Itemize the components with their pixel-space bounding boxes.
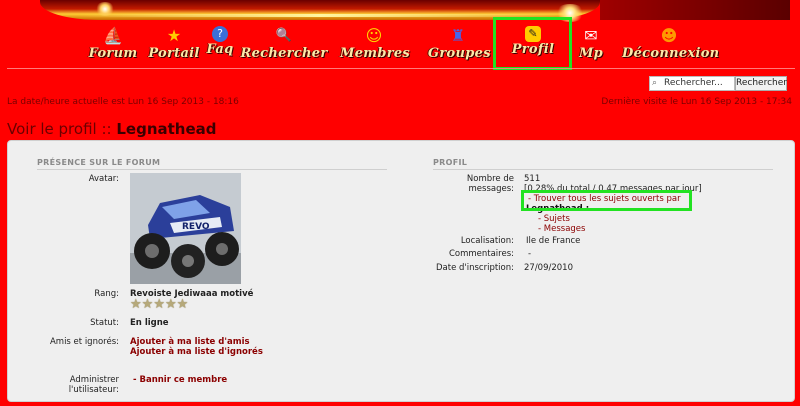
find-topics-highlight-box	[521, 190, 692, 211]
nav-label: Forum	[88, 46, 138, 61]
location-value: Ile de France	[526, 236, 581, 246]
current-datetime: La date/heure actuelle est Lun 16 Sep 20…	[7, 97, 239, 107]
search-button[interactable]: Rechercher	[735, 76, 787, 91]
friends-label: Amis et ignorés:	[49, 337, 119, 347]
search-input[interactable]: ⌕ Rechercher...	[649, 76, 735, 91]
nav-forum[interactable]: ⛵ Forum	[88, 26, 138, 66]
members-icon: ☺	[365, 26, 383, 45]
nav-label: Portail	[148, 46, 200, 61]
mail-icon: ✉	[584, 26, 598, 45]
page-title-prefix: Voir le profil ::	[7, 120, 117, 138]
nav-rechercher[interactable]: 🔍 Rechercher	[240, 26, 328, 66]
nav-label: Rechercher	[240, 46, 328, 61]
admin-label: Administrer	[69, 375, 119, 385]
search-icon: ⌕	[652, 78, 658, 88]
star-icon: ★	[141, 297, 154, 312]
monster-truck-image: REVO	[130, 173, 241, 284]
groups-icon: ♜	[450, 26, 466, 45]
status-value: En ligne	[130, 318, 169, 328]
nav-portail[interactable]: ★ Portail	[146, 26, 202, 66]
add-friend-link[interactable]: Ajouter à ma liste d'amis	[130, 337, 250, 347]
profil-highlight-box	[493, 17, 572, 70]
add-ignore-link[interactable]: Ajouter à ma liste d'ignorés	[130, 347, 263, 357]
avatar: REVO	[130, 173, 241, 284]
nav-deconnexion[interactable]: ☻ Déconnexion	[622, 26, 720, 66]
rank-stars: ★★★★★	[130, 298, 188, 312]
profile-panel: PRÉSENCE SUR LE FORUM Avatar: REVO Rang:…	[7, 140, 795, 402]
nav-label: Déconnexion	[622, 46, 720, 61]
comments-value: -	[528, 249, 532, 259]
nav-groupes[interactable]: ♜ Groupes	[428, 26, 491, 66]
location-label: Localisation:	[460, 236, 514, 246]
messages-label: messages:	[468, 184, 515, 194]
nav-label: Groupes	[428, 46, 491, 61]
signup-label: Date d'inscription:	[436, 263, 514, 273]
search-icon: 🔍	[275, 28, 293, 43]
presence-heading: PRÉSENCE SUR LE FORUM	[37, 158, 387, 170]
search-placeholder: Rechercher...	[664, 78, 723, 88]
rank-label: Rang:	[94, 289, 119, 299]
nav-faq[interactable]: ? Faq	[205, 26, 235, 66]
nav-mp[interactable]: ✉ Mp	[576, 26, 606, 66]
star-icon: ★	[176, 297, 189, 312]
star-icon: ★	[164, 297, 177, 312]
star-icon: ★	[130, 297, 142, 312]
page-title: Voir le profil :: Legnathead	[7, 120, 217, 138]
topics-link[interactable]: - Sujets	[538, 214, 570, 224]
star-icon: ★	[153, 297, 165, 312]
nav-label: Membres	[340, 46, 411, 61]
messages-label: Nombre de	[466, 174, 514, 184]
signup-value: 27/09/2010	[524, 263, 573, 273]
main-nav: ⛵ Forum ★ Portail ? Faq 🔍 Rechercher ☺ M…	[0, 26, 800, 66]
nav-label: Faq	[206, 42, 234, 57]
faq-icon: ?	[212, 26, 228, 42]
header-banner-right	[600, 0, 790, 20]
nav-divider	[7, 68, 795, 69]
logout-icon: ☻	[660, 26, 678, 45]
ban-member-link[interactable]: - Bannir ce membre	[133, 375, 227, 385]
status-label: Statut:	[90, 318, 119, 328]
comments-label: Commentaires:	[448, 249, 514, 259]
admin-label: l'utilisateur:	[68, 385, 119, 395]
avatar-label: Avatar:	[88, 174, 119, 184]
posts-link[interactable]: - Messages	[538, 224, 585, 234]
banner-sparkle	[95, 2, 115, 16]
page-title-username: Legnathead	[116, 120, 217, 138]
last-visit: Dernière visite le Lun 16 Sep 2013 - 17:…	[601, 97, 792, 107]
svg-text:REVO: REVO	[182, 222, 210, 232]
forum-icon: ⛵	[103, 26, 123, 45]
star-icon: ★	[166, 26, 182, 45]
nav-membres[interactable]: ☺ Membres	[340, 26, 411, 66]
profile-heading: PROFIL	[433, 158, 773, 170]
messages-count: 511	[524, 174, 541, 184]
nav-label: Mp	[578, 46, 604, 61]
